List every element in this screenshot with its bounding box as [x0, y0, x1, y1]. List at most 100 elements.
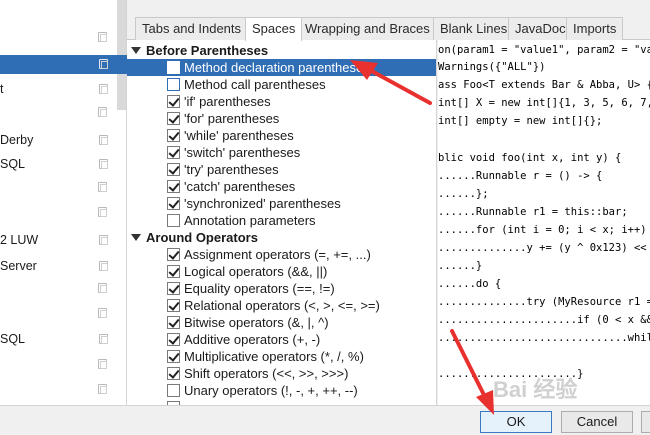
checkbox[interactable] [167, 129, 180, 142]
option-label: Additive operators (+, -) [184, 332, 321, 347]
checkbox[interactable] [167, 333, 180, 346]
sidebar-item-label: SQL [0, 332, 26, 346]
checkbox[interactable] [167, 299, 180, 312]
collapse-triangle-icon[interactable] [131, 234, 141, 241]
code-line: Warnings({"ALL"}) [438, 61, 546, 73]
checkbox[interactable] [167, 248, 180, 261]
option-try-parentheses[interactable]: 'try' parentheses [165, 161, 436, 178]
spaces-options-tree: Before Parentheses Method declaration pa… [127, 40, 437, 405]
code-line: blic void foo(int x, int y) { [438, 152, 622, 164]
checkbox[interactable] [167, 95, 180, 108]
checkbox[interactable] [167, 112, 180, 125]
option-label: 'try' parentheses [184, 162, 279, 177]
option-annotation-parameters[interactable]: Annotation parameters [165, 212, 436, 229]
option-assignment-operators[interactable]: Assignment operators (=, +=, ...) [165, 246, 436, 263]
option-label: Relational operators (<, >, <=, >=) [184, 298, 380, 313]
checkbox[interactable] [167, 146, 180, 159]
sidebar-item[interactable]: 2 LUW [0, 231, 127, 250]
checkbox[interactable] [167, 367, 180, 380]
copy-settings-icon [98, 359, 107, 369]
copy-settings-icon [98, 32, 107, 42]
sidebar-item[interactable]: SQL [0, 330, 127, 349]
code-line: ......do { [438, 278, 502, 290]
tab-spaces[interactable]: Spaces [245, 17, 303, 41]
code-line: ......} [438, 260, 483, 272]
ok-button[interactable]: OK [480, 411, 552, 433]
code-line: ..............try (MyResource r1 = [438, 296, 650, 308]
option-unary-operators[interactable]: Unary operators (!, -, +, ++, --) [165, 382, 436, 399]
checkbox[interactable] [167, 282, 180, 295]
option-equality-operators[interactable]: Equality operators (==, !=) [165, 280, 436, 297]
tab-imports[interactable]: Imports [566, 17, 624, 40]
option-label: 'catch' parentheses [184, 179, 296, 194]
sidebar-item[interactable]: Derby [0, 131, 127, 150]
copy-settings-icon [99, 135, 108, 145]
option-shift-operators[interactable]: Shift operators (<<, >>, >>>) [165, 365, 436, 382]
checkbox[interactable] [167, 214, 180, 227]
watermark: Bai 经验 [493, 377, 578, 402]
copy-settings-icon [98, 384, 107, 394]
option-label: Unary operators (!, -, +, ++, --) [184, 383, 358, 398]
option-multiplicative-operators[interactable]: Multiplicative operators (*, /, %) [165, 348, 436, 365]
tab-blank-lines[interactable]: Blank Lines [433, 17, 515, 40]
option-for-parentheses[interactable]: 'for' parentheses [165, 110, 436, 127]
tab-wrapping-and-braces[interactable]: Wrapping and Braces [298, 17, 437, 40]
copy-settings-icon [99, 334, 108, 344]
copy-settings-icon [98, 182, 107, 192]
copy-settings-icon [99, 159, 108, 169]
sidebar-item-label: t [0, 82, 4, 96]
sidebar-item[interactable] [0, 55, 127, 74]
copy-settings-icon [99, 59, 108, 69]
copy-settings-icon [98, 207, 107, 217]
option-catch-parentheses[interactable]: 'catch' parentheses [165, 178, 436, 195]
sidebar-item[interactable]: Server [0, 257, 127, 276]
option-if-parentheses[interactable]: 'if' parentheses [165, 93, 436, 110]
checkbox[interactable] [167, 61, 180, 74]
checkbox[interactable] [167, 350, 180, 363]
checkbox[interactable] [167, 163, 180, 176]
option-synchronized-parentheses[interactable]: 'synchronized' parentheses [165, 195, 436, 212]
option-label: Bitwise operators (&, |, ^) [184, 315, 329, 330]
checkbox[interactable] [167, 78, 180, 91]
sidebar-item[interactable]: t [0, 80, 127, 99]
collapse-triangle-icon[interactable] [131, 47, 141, 54]
cancel-button[interactable]: Cancel [561, 411, 633, 433]
code-line: ......................if (0 < x && [438, 314, 650, 326]
option-logical-operators[interactable]: Logical operators (&&, ||) [165, 263, 436, 280]
option-label: Annotation parameters [184, 213, 316, 228]
copy-settings-icon [99, 235, 108, 245]
sidebar-item-label: Server [0, 259, 37, 273]
checkbox[interactable] [167, 265, 180, 278]
tab-tabs-and-indents[interactable]: Tabs and Indents [135, 17, 249, 40]
code-line: ......Runnable r1 = this::bar; [438, 206, 628, 218]
copy-settings-icon [99, 84, 108, 94]
code-line: on(param1 = "value1", param2 = "valu [438, 44, 650, 56]
option-relational-operators[interactable]: Relational operators (<, >, <=, >=) [165, 297, 436, 314]
option-switch-parentheses[interactable]: 'switch' parentheses [165, 144, 436, 161]
apply-button[interactable]: A [641, 411, 650, 433]
checkbox[interactable] [167, 384, 180, 397]
checkbox[interactable] [167, 197, 180, 210]
option-method-call-parentheses[interactable]: Method call parentheses [165, 76, 436, 93]
section-title: Around Operators [146, 230, 258, 245]
option-bitwise-operators[interactable]: Bitwise operators (&, |, ^) [165, 314, 436, 331]
option-method-declaration-parentheses[interactable]: Method declaration parentheses [127, 59, 436, 76]
code-line: ......}; [438, 188, 489, 200]
code-line: int[] X = new int[]{1, 3, 5, 6, 7, 87 [438, 97, 650, 109]
option-while-parentheses[interactable]: 'while' parentheses [165, 127, 436, 144]
option-label: 'switch' parentheses [184, 145, 301, 160]
option-label: Shift operators (<<, >>, >>>) [184, 366, 349, 381]
option-label: Method declaration parentheses [184, 60, 370, 75]
tab-javadoc[interactable]: JavaDoc [508, 17, 573, 40]
option-additive-operators[interactable]: Additive operators (+, -) [165, 331, 436, 348]
checkbox[interactable] [167, 180, 180, 193]
code-line: ......Runnable r = () -> { [438, 170, 603, 182]
sidebar-item-label: 2 LUW [0, 233, 39, 247]
code-line: int[] empty = new int[]{}; [438, 115, 603, 127]
option-label: 'synchronized' parentheses [184, 196, 341, 211]
option-label: 'while' parentheses [184, 128, 294, 143]
copy-settings-icon [99, 261, 108, 271]
checkbox[interactable] [167, 316, 180, 329]
code-line: ..............................whil [438, 332, 650, 344]
sidebar-item[interactable]: SQL [0, 155, 127, 174]
